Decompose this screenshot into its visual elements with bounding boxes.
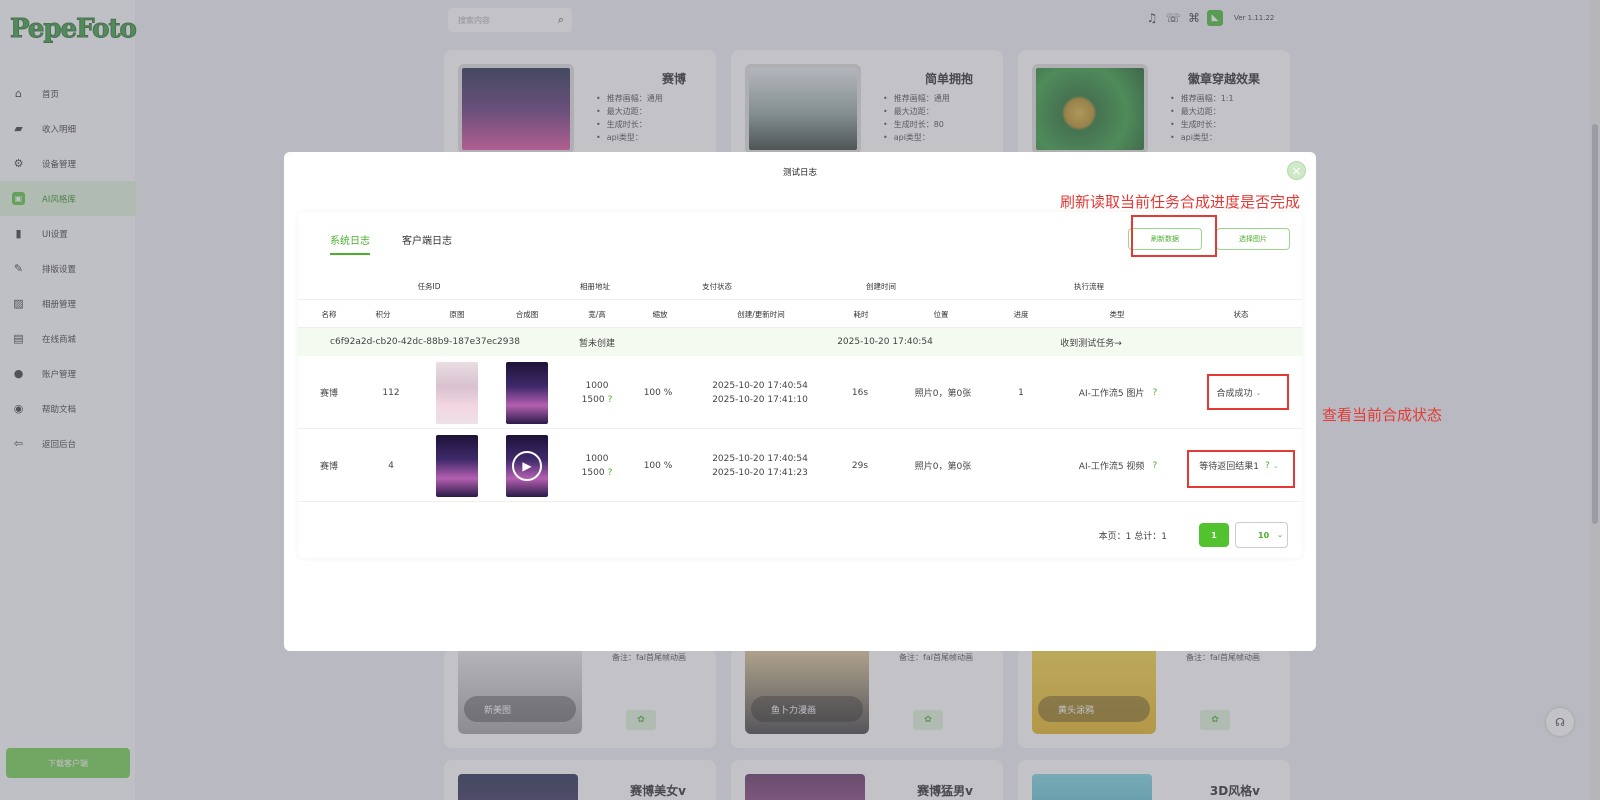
task-id: c6f92a2d-cb20-42dc-88b9-187e37ec2938 [330, 337, 520, 347]
status-highlight-box [1187, 450, 1295, 488]
status-highlight-box [1207, 374, 1289, 410]
width-value: 1000 [585, 453, 609, 464]
cell-original-image[interactable] [436, 356, 478, 429]
chevron-down-icon: ⌄ [1277, 531, 1283, 539]
cell-duration: 16s [851, 387, 869, 398]
log-panel: 系统日志 客户端日志 刷新数据 选择图片 任务ID 相册地址 支付状态 创建时间… [298, 212, 1302, 558]
album-address: 暂未创建 [578, 338, 616, 349]
help-icon[interactable]: ? [1152, 461, 1157, 471]
modal-title: 测试日志 [782, 168, 817, 178]
width-value: 1000 [585, 380, 609, 391]
original-image[interactable] [436, 434, 478, 497]
tab-system-log[interactable]: 系统日志 [330, 232, 370, 255]
table-header-group: 任务ID 相册地址 支付状态 创建时间 执行流程 [298, 272, 1302, 300]
column-header: 相册地址 [580, 281, 610, 291]
task-created-time: 2025-10-20 17:40:54 [837, 337, 933, 347]
table-header: 名称 积分 原图 合成图 宽/高 缩放 创建/更新时间 耗时 位置 进度 类型 … [298, 300, 1302, 328]
cell-progress: 1 [1018, 387, 1024, 398]
page-button[interactable]: 1 [1199, 523, 1229, 547]
composite-video[interactable]: ▶ [506, 434, 548, 497]
pagination-info: 本页：1 总计：1 [1098, 531, 1167, 542]
column-header: 任务ID [417, 281, 441, 291]
cell-position: 照片0，第0张 [914, 389, 972, 399]
cell-duration: 29s [851, 460, 869, 471]
help-icon[interactable]: ? [608, 468, 613, 478]
cell-original-image[interactable] [436, 429, 478, 502]
column-header: 位置 [933, 309, 949, 319]
cell-size: 1000 1500? [582, 356, 613, 429]
tab-client-log[interactable]: 客户端日志 [402, 232, 452, 255]
cell-name: 赛博 [319, 462, 339, 472]
column-header: 创建/更新时间 [737, 309, 785, 319]
cell-scale: 100 % [643, 387, 673, 398]
updated-time: 2025-10-20 17:41:23 [712, 467, 808, 478]
height-line: 1500? [582, 393, 613, 407]
log-table: 任务ID 相册地址 支付状态 创建时间 执行流程 名称 积分 原图 合成图 宽/… [298, 272, 1302, 502]
created-time: 2025-10-20 17:40:54 [712, 453, 808, 464]
log-tabs: 系统日志 客户端日志 [330, 232, 452, 255]
column-header: 创建时间 [866, 281, 896, 291]
height-value: 1500 [581, 467, 605, 478]
column-header: 状态 [1233, 309, 1249, 319]
column-header: 名称 [321, 309, 337, 319]
task-summary-row[interactable]: c6f92a2d-cb20-42dc-88b9-187e37ec2938 暂未创… [298, 328, 1302, 356]
help-icon[interactable]: ? [608, 395, 613, 405]
cell-points: 4 [388, 460, 394, 471]
refresh-highlight-box [1131, 215, 1217, 257]
cell-type: AI-工作流5 视频? [1079, 429, 1157, 502]
cell-scale: 100 % [643, 460, 673, 471]
type-value: AI-工作流5 图片 [1078, 389, 1145, 399]
refresh-annotation: 刷新读取当前任务合成进度是否完成 [1060, 193, 1301, 211]
task-flow[interactable]: 收到测试任务→ [1060, 328, 1122, 356]
cell-times: 2025-10-20 17:40:54 2025-10-20 17:41:10 [712, 356, 808, 429]
type-value: AI-工作流5 视频 [1078, 462, 1145, 472]
column-header: 宽/高 [588, 309, 606, 319]
column-header: 积分 [375, 309, 391, 319]
column-header: 类型 [1109, 309, 1125, 319]
cell-name: 赛博 [319, 389, 339, 399]
cell-position: 照片0，第0张 [914, 462, 972, 472]
height-line: 1500? [582, 466, 613, 480]
pagination: 本页：1 总计：1 1 10 ⌄ [1099, 522, 1288, 548]
play-icon[interactable]: ▶ [512, 450, 542, 481]
created-time: 2025-10-20 17:40:54 [712, 380, 808, 391]
page-size-value: 10 [1258, 530, 1270, 540]
cell-type: AI-工作流5 图片? [1079, 356, 1157, 429]
table-row[interactable]: 赛博 4 ▶ 1000 1500? 100 % 2025-10-20 17:40… [298, 429, 1302, 502]
cell-points: 112 [382, 387, 400, 398]
cell-composite-image[interactable] [506, 356, 548, 429]
table-row[interactable]: 赛博 112 1000 1500? 100 % 2025-10-20 17:40… [298, 356, 1302, 429]
cell-size: 1000 1500? [582, 429, 613, 502]
updated-time: 2025-10-20 17:41:10 [712, 394, 808, 405]
column-header: 支付状态 [702, 281, 732, 291]
cell-times: 2025-10-20 17:40:54 2025-10-20 17:41:23 [712, 429, 808, 502]
original-image[interactable] [436, 361, 478, 424]
composite-image[interactable] [506, 361, 548, 424]
page-size-select[interactable]: 10 ⌄ [1235, 522, 1288, 548]
column-header: 合成图 [515, 309, 539, 319]
help-icon[interactable]: ? [1152, 388, 1157, 398]
column-header: 缩放 [652, 309, 668, 319]
status-annotation: 查看当前合成状态 [1322, 406, 1443, 424]
cell-composite-video[interactable]: ▶ [506, 429, 548, 502]
select-image-button[interactable]: 选择图片 [1216, 228, 1290, 250]
column-header: 执行流程 [1074, 281, 1104, 291]
column-header: 耗时 [853, 309, 869, 319]
column-header: 原图 [449, 309, 465, 319]
app: PepeFoto ⌂ 首页 ▰ 收入明细 ⚙ 设备管理 ▣ AI风格库 ▮ UI设置 ✎ 排… [0, 0, 1600, 800]
height-value: 1500 [581, 394, 605, 405]
close-icon[interactable]: × [1287, 161, 1306, 180]
column-header: 进度 [1013, 309, 1029, 319]
